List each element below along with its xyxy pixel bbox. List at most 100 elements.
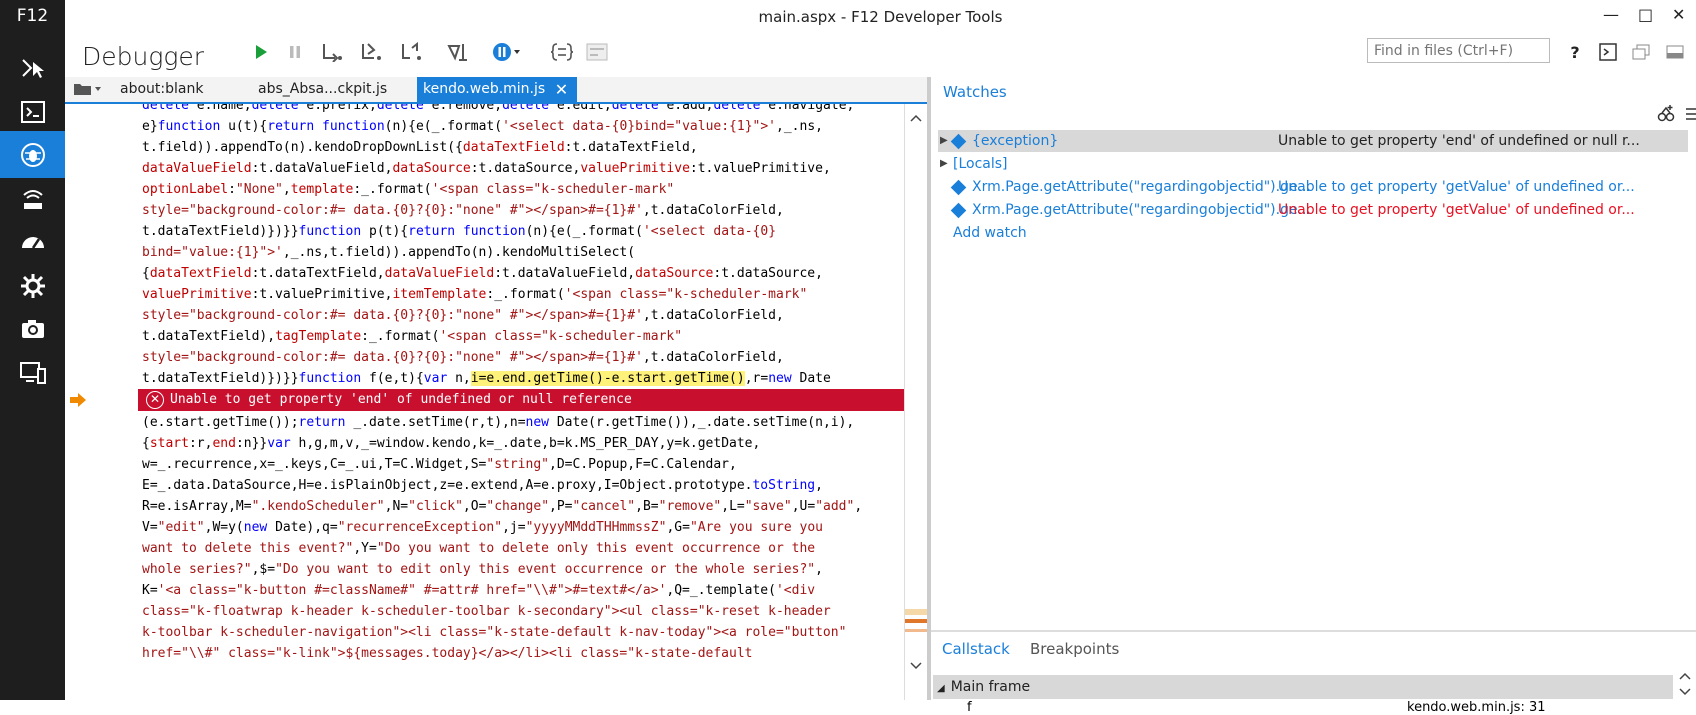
break-on-new-worker-button[interactable] <box>445 39 471 65</box>
minimize-button[interactable]: — <box>1603 5 1619 24</box>
watch-name: Xrm.Page.getAttribute("regardingobjectid… <box>972 202 1311 218</box>
scroll-marker <box>905 609 927 615</box>
tool-title: Debugger <box>82 42 205 71</box>
expand-icon[interactable]: ▶ <box>940 153 948 175</box>
code-line: bind="value:{1}">',_.ns,t.field)).append… <box>142 245 636 260</box>
step-into-icon <box>323 44 342 62</box>
break-new-worker-icon <box>447 44 467 61</box>
play-icon <box>256 45 267 59</box>
watch-value-icon <box>950 133 967 150</box>
console-tab[interactable] <box>0 88 65 135</box>
memory-tab[interactable] <box>0 262 65 309</box>
close-tab-icon[interactable]: ✕ <box>555 77 568 102</box>
watch-row-exception[interactable]: ▶ {exception} Unable to get property 'en… <box>938 130 1688 152</box>
line-gutter[interactable] <box>65 104 142 700</box>
watch-value: Unable to get property 'getValue' of und… <box>1278 179 1635 195</box>
add-watch-icon[interactable] <box>1656 104 1676 122</box>
editor-scrollbar[interactable] <box>904 104 928 700</box>
step-over-icon <box>362 43 381 60</box>
document-tabs: about:blank abs_Absa...ckpit.js kendo.we… <box>65 77 927 104</box>
f12-label: F12 <box>16 6 49 26</box>
emulation-tab[interactable] <box>0 305 65 352</box>
step-into-button[interactable] <box>319 39 345 65</box>
word-wrap-button[interactable] <box>584 39 610 65</box>
delete-all-watches-icon[interactable] <box>1684 104 1696 122</box>
debugger-icon <box>20 142 45 167</box>
error-icon: ✕ <box>146 390 164 409</box>
continue-button[interactable] <box>248 39 274 65</box>
source-editor[interactable]: delete e.name,delete e.prefix,delete e.r… <box>65 104 927 700</box>
scroll-up-icon[interactable] <box>910 114 922 122</box>
watch-row[interactable]: Xrm.Page.getAttribute("regardingobjectid… <box>938 176 1688 198</box>
code-line: style="background-color:#= data.{0}?{0}:… <box>142 350 784 365</box>
code-line: t.dataTextField)})}}function p(t){return… <box>142 224 777 239</box>
open-document-button[interactable] <box>71 77 105 102</box>
dock-icon <box>1666 45 1684 59</box>
scroll-up-icon[interactable] <box>1679 672 1691 680</box>
maximize-button[interactable]: □ <box>1638 5 1653 24</box>
debugger-tab[interactable] <box>0 131 65 178</box>
undock-button[interactable] <box>1628 39 1654 65</box>
watch-row-locals[interactable]: ▶ [Locals] <box>938 153 1688 175</box>
main-frame-header[interactable]: ◢ Main frame <box>933 675 1673 699</box>
tab-callstack[interactable]: Callstack <box>942 640 1010 658</box>
add-watch-label: Add watch <box>953 225 1027 241</box>
exception-banner: ✕ Unable to get property 'end' of undefin… <box>138 389 927 411</box>
frame-header-label: Main frame <box>950 679 1031 695</box>
tab-abs-cockpit[interactable]: abs_Absa...ckpit.js <box>252 77 393 102</box>
close-window-button[interactable]: ✕ <box>1672 5 1685 24</box>
exception-behavior-button[interactable] <box>489 39 525 65</box>
console-icon <box>20 100 45 123</box>
code-line-current: t.dataTextField)})}}function f(e,t){var … <box>142 371 831 386</box>
code-line: {dataTextField:t.dataTextField,dataValue… <box>142 266 823 281</box>
dom-explorer-tab[interactable] <box>0 44 65 91</box>
watches-panel: Watches ▶ {exception} Unable to get prop… <box>931 77 1696 630</box>
help-icon: ? <box>1570 42 1580 62</box>
code-line: w=_.recurrence,x=_.keys,C=_.ui,T=C.Widge… <box>142 457 737 472</box>
add-watch-link[interactable]: Add watch <box>938 222 1688 244</box>
performance-tab[interactable] <box>0 218 65 265</box>
code-line: R=e.isArray,M=".kendoScheduler",N="click… <box>142 499 863 514</box>
step-over-button[interactable] <box>358 39 384 65</box>
title-bar: main.aspx - F12 Developer Tools — □ ✕ <box>65 0 1696 34</box>
dock-button[interactable] <box>1662 39 1688 65</box>
collapse-icon[interactable]: ◢ <box>937 683 945 694</box>
watches-title: Watches <box>943 83 1007 101</box>
scroll-marker <box>905 629 927 632</box>
tab-breakpoints[interactable]: Breakpoints <box>1030 640 1119 658</box>
step-out-icon <box>402 42 421 60</box>
current-statement-arrow-icon <box>70 393 86 407</box>
scroll-down-icon[interactable] <box>910 662 922 670</box>
window-title: main.aspx - F12 Developer Tools <box>758 8 1003 26</box>
find-in-files-input[interactable] <box>1367 38 1550 63</box>
experiments-tab[interactable] <box>0 349 65 396</box>
word-wrap-icon <box>586 43 608 61</box>
code-line: href="\\#" class="k-link">${messages.tod… <box>142 646 753 661</box>
callstack-panel: Callstack Breakpoints ◢ Main frame f kend… <box>931 630 1696 715</box>
help-button[interactable]: ? <box>1562 39 1588 65</box>
scroll-down-icon[interactable] <box>1679 688 1691 696</box>
performance-icon <box>21 236 44 249</box>
console-toggle-icon <box>1599 43 1617 61</box>
step-out-button[interactable] <box>398 39 424 65</box>
watch-value: Unable to get property 'getValue' of und… <box>1278 202 1635 218</box>
pretty-print-button[interactable] <box>549 39 575 65</box>
code-line: (e.start.getTime());return _.date.setTim… <box>142 415 855 430</box>
code-line: e}function u(t){return function(n){e(_.f… <box>142 119 823 134</box>
code-line: whole series?",$="Do you want to edit on… <box>142 562 823 577</box>
callstack-frame[interactable]: f kendo.web.min.js: 31 <box>947 700 1546 715</box>
watch-name: [Locals] <box>953 156 1008 172</box>
expand-icon[interactable]: ▶ <box>940 130 948 152</box>
watch-value-icon <box>950 179 967 196</box>
watch-value-icon <box>950 202 967 219</box>
network-tab[interactable] <box>0 175 65 222</box>
watch-row[interactable]: Xrm.Page.getAttribute("regardingobjectid… <box>938 199 1688 221</box>
tab-about-blank[interactable]: about:blank <box>114 77 209 102</box>
watch-value: Unable to get property 'end' of undefine… <box>1278 133 1640 149</box>
memory-icon <box>20 273 45 298</box>
code-line: K='<a class="k-button #=className#" #=at… <box>142 583 816 598</box>
tab-kendo-web[interactable]: kendo.web.min.js ✕ <box>417 77 578 102</box>
code-line: optionLabel:"None",template:_.format('<s… <box>142 182 675 197</box>
console-toggle-button[interactable] <box>1595 39 1621 65</box>
break-button[interactable] <box>282 39 308 65</box>
